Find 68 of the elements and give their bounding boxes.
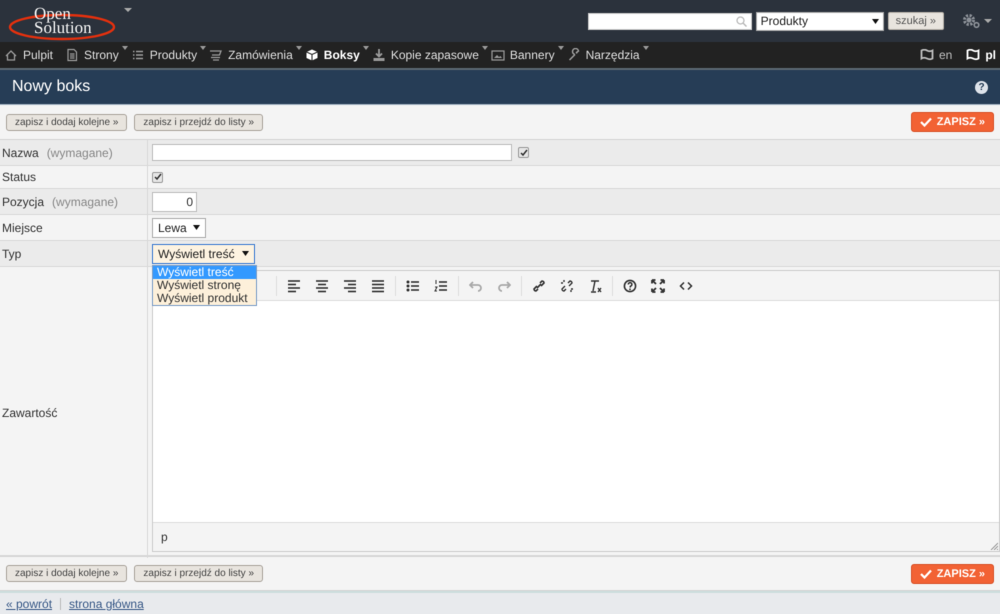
cube-icon (304, 48, 319, 62)
dropdown-option[interactable]: Wyświetl produkt (153, 292, 256, 305)
bullet-list-icon[interactable] (406, 278, 420, 292)
align-right-icon[interactable] (343, 278, 357, 292)
required-note: (wymagane) (46, 146, 113, 160)
language-link[interactable]: pl (966, 48, 996, 62)
nav-menu-item[interactable]: Bannery (490, 48, 564, 62)
field-label: Pozycja (2, 194, 44, 208)
link-icon[interactable] (532, 278, 546, 292)
caret-icon (872, 18, 879, 24)
nav-menu-item[interactable]: Produkty (130, 48, 206, 62)
position-input[interactable]: 0 (152, 192, 197, 212)
search-field[interactable] (588, 12, 752, 30)
checkbox[interactable] (152, 172, 163, 182)
nav-menu-item[interactable]: Boksy (304, 48, 369, 62)
download-icon (372, 48, 386, 62)
save-button[interactable]: zapisz i przejdź do listy » (134, 114, 264, 130)
wrench-icon (566, 48, 581, 62)
clear-format-icon[interactable] (588, 278, 602, 292)
place-select[interactable]: Lewa (152, 218, 206, 238)
caret-icon (242, 251, 249, 256)
nav-menu-item[interactable]: Pulpit (4, 48, 62, 62)
document-icon (65, 48, 80, 62)
resize-handle-icon[interactable] (990, 542, 998, 550)
check-icon (920, 117, 932, 127)
save-button[interactable]: zapisz i dodaj kolejne » (6, 565, 128, 582)
footer-link[interactable]: « powrót (6, 597, 52, 611)
element-path: p (161, 530, 168, 544)
cart-icon (209, 48, 224, 62)
language-link[interactable]: en (920, 48, 952, 62)
nav-menu-item[interactable]: Kopie zapasowe (372, 48, 488, 62)
checkbox[interactable] (518, 147, 529, 158)
field-label: Miejsce (2, 220, 43, 234)
page-title: Nowy boks (12, 78, 90, 96)
caret-icon[interactable] (124, 8, 132, 12)
search-icon (736, 16, 747, 26)
field-label: Typ (2, 246, 22, 260)
nav-menu-item[interactable]: Zamówienia (209, 48, 302, 62)
align-left-icon[interactable] (287, 278, 301, 292)
align-center-icon[interactable] (315, 278, 329, 292)
help-icon[interactable]: ? (975, 80, 988, 94)
unlink-icon[interactable] (560, 278, 574, 292)
settings-icon[interactable] (962, 13, 992, 29)
flag-icon (966, 49, 980, 61)
type-select[interactable]: Wyświetl treść (152, 244, 255, 264)
field-label: Status (2, 170, 36, 184)
nav-menu-item[interactable]: Strony (65, 48, 128, 62)
fullscreen-icon[interactable] (651, 278, 665, 292)
list-icon (130, 48, 145, 62)
search-scope-select[interactable]: Produkty (756, 12, 884, 30)
required-note: (wymagane) (52, 194, 118, 208)
save-button[interactable]: zapisz i przejdź do listy » (134, 565, 264, 582)
search-button[interactable]: szukaj » (888, 12, 944, 30)
image-icon (490, 48, 505, 62)
name-input[interactable] (152, 144, 512, 161)
caret-icon (192, 225, 200, 230)
nav-menu-item[interactable]: Narzędzia (566, 48, 649, 62)
help-icon[interactable] (623, 278, 637, 292)
save-button[interactable]: zapisz i dodaj kolejne » (6, 114, 128, 130)
footer-link[interactable]: strona główna (69, 597, 144, 611)
home-icon (4, 48, 18, 62)
align-justify-icon[interactable] (371, 278, 385, 292)
field-label: Nazwa (2, 146, 39, 160)
dropdown-option[interactable]: Wyświetl stronę (153, 279, 256, 292)
flag-icon (920, 49, 934, 61)
numbered-list-icon[interactable] (434, 278, 448, 292)
field-label: Zawartość (2, 406, 58, 420)
check-icon (920, 568, 932, 578)
